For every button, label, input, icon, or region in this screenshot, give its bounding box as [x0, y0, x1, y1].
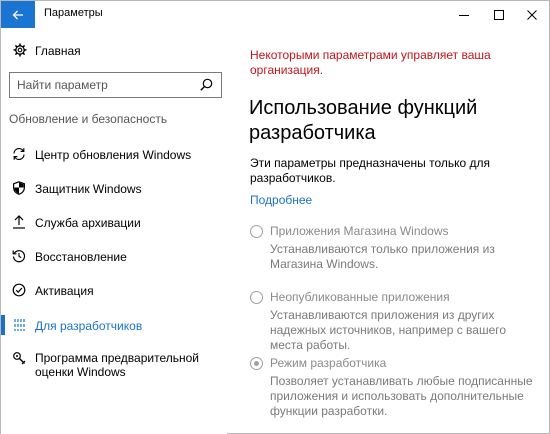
radio-dot	[254, 361, 259, 366]
page-description: Эти параметры предназначены только для р…	[250, 156, 491, 185]
search-box[interactable]	[9, 72, 222, 98]
option-label: Приложения Магазина Windows	[270, 224, 449, 238]
option-description: Позволяет устанавливать любые подписанны…	[270, 374, 533, 418]
gear-icon	[13, 43, 27, 62]
option-label: Неопубликованные приложения	[270, 290, 450, 304]
insider-icon	[11, 350, 27, 366]
maximize-button[interactable]	[482, 1, 516, 28]
learn-more-link[interactable]: Подробнее	[250, 193, 312, 207]
sidebar-item-label: Восстановление	[35, 250, 127, 264]
option-developer-mode[interactable]: Режим разработчика Позволяет устанавлива…	[250, 356, 545, 419]
close-button[interactable]	[515, 1, 549, 28]
radio-button-selected[interactable]	[250, 357, 263, 370]
sidebar-item-label: Служба архивации	[35, 216, 141, 230]
sidebar-home-label: Главная	[35, 44, 81, 58]
sidebar-item-label: Активация	[35, 284, 94, 298]
active-indicator	[1, 315, 5, 335]
upload-arrow-icon	[11, 214, 27, 230]
minimize-icon	[459, 14, 469, 16]
sidebar-item-windows-update[interactable]: Центр обновления Windows	[1, 140, 227, 170]
back-button[interactable]	[1, 1, 35, 28]
settings-window: Параметры Главная Найти параметр Обновле…	[0, 0, 550, 434]
option-sideload-apps[interactable]: Неопубликованные приложения Устанавливаю…	[250, 290, 545, 352]
window-title: Параметры	[44, 7, 103, 19]
policy-warning: Некоторыми параметрами управляет ваша ор…	[250, 48, 491, 77]
search-input[interactable]	[10, 73, 195, 97]
page-title: Использование функций разработчика	[249, 97, 478, 144]
sidebar-item-recovery[interactable]: Восстановление	[1, 242, 227, 272]
option-label: Режим разработчика	[270, 356, 387, 370]
option-description: Устанавливаются только приложения из Маг…	[270, 242, 495, 271]
radio-button[interactable]	[250, 225, 263, 238]
maximize-icon	[494, 9, 504, 20]
sidebar-section-title: Обновление и безопасность	[9, 112, 168, 126]
sidebar-item-for-developers[interactable]: Для разработчиков	[1, 311, 227, 341]
sidebar-item-backup[interactable]: Служба архивации	[1, 208, 227, 238]
minimize-button[interactable]	[447, 1, 481, 28]
sidebar-item-label: Для разработчиков	[35, 319, 143, 333]
sidebar-item-label: Программа предварительной оценки Windows	[35, 351, 199, 379]
title-bar: Параметры	[1, 1, 549, 28]
shield-icon	[11, 180, 27, 196]
radio-button[interactable]	[250, 291, 263, 304]
sidebar-item-windows-defender[interactable]: Защитник Windows	[1, 174, 227, 204]
search-icon[interactable]	[200, 78, 213, 96]
back-arrow-icon	[12, 10, 23, 19]
sidebar-item-label: Центр обновления Windows	[35, 148, 192, 162]
option-description: Устанавливаются приложения из других над…	[270, 308, 507, 352]
sidebar-item-insider-program[interactable]: Программа предварительной оценки Windows	[1, 344, 227, 384]
sidebar-item-home[interactable]: Главная	[1, 40, 227, 62]
history-icon	[11, 248, 27, 264]
check-circle-icon	[11, 282, 27, 298]
refresh-icon	[11, 146, 27, 162]
developer-tools-icon	[11, 317, 27, 333]
main-content: Некоторыми параметрами управляет ваша ор…	[227, 28, 549, 434]
close-icon	[527, 9, 537, 20]
sidebar: Главная Обновление и безопасность	[1, 28, 227, 434]
sidebar-item-label: Защитник Windows	[35, 182, 142, 196]
sidebar-item-activation[interactable]: Активация	[1, 276, 227, 306]
option-store-apps[interactable]: Приложения Магазина Windows Устанавливаю…	[250, 224, 545, 277]
